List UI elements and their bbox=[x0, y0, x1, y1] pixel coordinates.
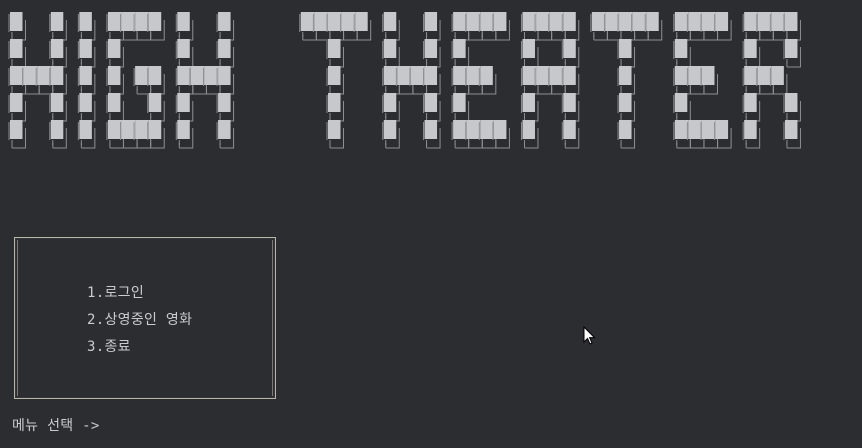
banner-letter-t bbox=[590, 12, 663, 149]
banner-letter-e bbox=[673, 12, 732, 149]
menu-item-login: 1.로그인 bbox=[87, 285, 144, 301]
banner-letter-t bbox=[299, 12, 372, 149]
menu-select-prompt[interactable]: 메뉴 선택 -> bbox=[12, 417, 100, 435]
main-menu-box: 1.로그인 2.상영중인 영화 3.종료 bbox=[14, 237, 276, 399]
banner-letter-r bbox=[742, 12, 801, 149]
banner-letter-a bbox=[520, 12, 580, 149]
banner-letter-h bbox=[175, 12, 235, 149]
banner-letter-g bbox=[106, 12, 165, 149]
banner-letter-i bbox=[77, 12, 96, 149]
banner-letter-e bbox=[451, 12, 510, 149]
menu-item-now-showing: 2.상영중인 영화 bbox=[87, 312, 193, 328]
banner-letter-h bbox=[8, 12, 67, 149]
ascii-art-title-banner bbox=[8, 12, 801, 149]
menu-item-exit: 3.종료 bbox=[87, 339, 131, 355]
banner-letter-h bbox=[382, 12, 441, 149]
mouse-pointer-icon bbox=[583, 326, 596, 345]
